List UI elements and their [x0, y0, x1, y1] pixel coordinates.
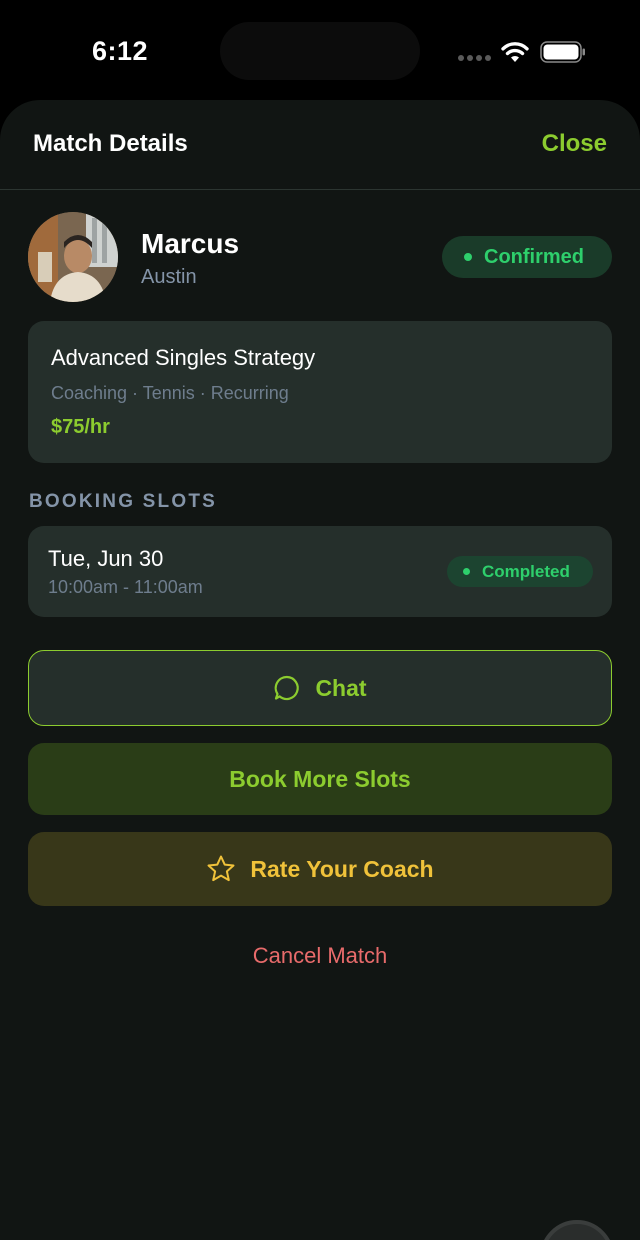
- coach-city: Austin: [141, 266, 197, 288]
- slot-date: Tue, Jun 30: [48, 546, 164, 571]
- booking-slot[interactable]: Tue, Jun 30 10:00am - 11:00am Completed: [28, 526, 612, 617]
- booking-slots-heading: BOOKING SLOTS: [29, 491, 217, 512]
- star-outline-icon: [207, 855, 235, 882]
- slot-status-label: Completed: [482, 561, 570, 581]
- coach-name: Marcus: [141, 228, 240, 259]
- close-button[interactable]: Close: [542, 130, 607, 158]
- status-dot-icon: [464, 253, 472, 261]
- rate-coach-button[interactable]: Rate Your Coach: [28, 832, 612, 906]
- status-badge: Confirmed: [442, 236, 612, 278]
- session-card: Advanced Singles Strategy Coaching · Ten…: [28, 321, 612, 463]
- book-more-slots-label: Book More Slots: [229, 765, 411, 792]
- cellular-signal-icon: [458, 54, 492, 62]
- status-time: 6:12: [92, 36, 149, 66]
- battery-icon: [540, 41, 585, 63]
- dynamic-island: [220, 22, 420, 80]
- status-bar: 6:12: [0, 0, 640, 100]
- wifi-icon: [501, 42, 529, 62]
- status-dot-icon: [463, 568, 470, 575]
- chat-button-label: Chat: [315, 674, 367, 701]
- floating-action-button[interactable]: [540, 1220, 614, 1240]
- chat-bubble-icon: [275, 675, 300, 701]
- session-price: $75/hr: [51, 416, 110, 438]
- sheet-title: Match Details: [33, 130, 188, 157]
- match-details-sheet: Match Details Close Marcus Austin Confir…: [0, 100, 640, 1240]
- status-badge-label: Confirmed: [484, 245, 584, 268]
- sheet-header: Match Details Close: [0, 100, 640, 190]
- session-meta: Coaching · Tennis · Recurring: [51, 383, 289, 403]
- coach-photo: [28, 212, 118, 302]
- session-title: Advanced Singles Strategy: [51, 345, 316, 370]
- slot-time: 10:00am - 11:00am: [48, 577, 203, 597]
- rate-coach-label: Rate Your Coach: [250, 855, 434, 882]
- coach-profile: Marcus Austin Confirmed: [28, 212, 612, 304]
- cancel-match-button[interactable]: Cancel Match: [0, 943, 640, 969]
- book-more-slots-button[interactable]: Book More Slots: [28, 743, 612, 815]
- chat-button[interactable]: Chat: [28, 650, 612, 726]
- slot-status-badge: Completed: [447, 556, 593, 587]
- avatar[interactable]: [28, 212, 118, 302]
